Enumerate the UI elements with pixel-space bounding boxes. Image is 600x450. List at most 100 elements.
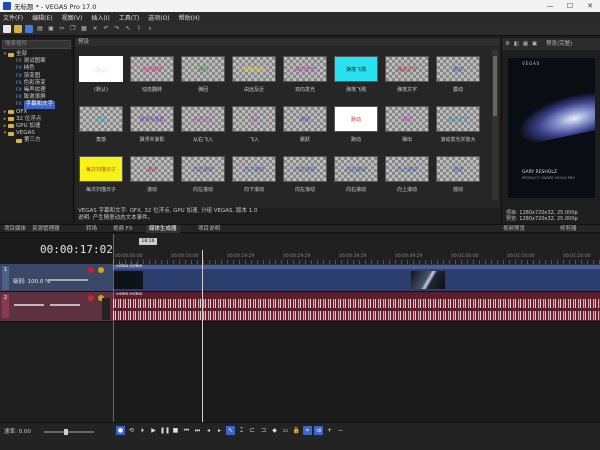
preset-tile[interactable]: 震动 (436, 56, 480, 82)
play-from-start-icon[interactable]: ⏵ (138, 426, 147, 435)
preset-tile[interactable]: 摇动 (436, 156, 480, 182)
loop-icon[interactable]: ⟲ (127, 426, 136, 435)
go-to-end-icon[interactable]: ⏭ (193, 426, 202, 435)
preset-tile[interactable]: 飘浮并渐影 (130, 106, 174, 132)
envelope-tool-icon[interactable]: ⌇ (135, 25, 143, 33)
preset-tile[interactable]: 向下滚动 (232, 156, 276, 182)
maximize-button[interactable]: ☐ (560, 2, 580, 10)
preview-split-icon[interactable]: ◧ (513, 41, 520, 48)
paste-icon[interactable]: ▦ (80, 25, 88, 33)
preset-scrollbar[interactable] (492, 50, 498, 200)
preview-overlay-icon[interactable]: ▦ (522, 41, 529, 48)
next-frame-icon[interactable]: ▸ (215, 426, 224, 435)
preset-tile[interactable]: 向左滚动 (181, 156, 225, 182)
open-folder-icon[interactable] (14, 25, 22, 33)
zoom-in-icon[interactable]: + (325, 426, 334, 435)
solo-icon[interactable] (98, 267, 104, 273)
trim-end-icon[interactable]: ⊐ (259, 426, 268, 435)
video-track-lane[interactable]: video-index (113, 264, 600, 292)
pause-icon[interactable]: ❚❚ (160, 426, 170, 435)
tab-trimmer[interactable]: 修剪器 (560, 225, 577, 233)
preset-tile[interactable]: 跳跃 (283, 106, 327, 132)
save-icon[interactable] (25, 25, 33, 33)
play-icon[interactable]: ▶ (149, 426, 158, 435)
preset-tile[interactable]: 动态翻转 (130, 56, 174, 82)
preset-tile[interactable]: 飞入 (232, 106, 276, 132)
preset-scroll-thumb[interactable] (493, 56, 497, 116)
menu-help[interactable]: 帮助(H) (179, 13, 200, 22)
preset-tile[interactable]: 从右飞入 (181, 106, 225, 132)
edit-tool-icon[interactable]: ↖ (124, 25, 132, 33)
plugin-search-input[interactable]: 搜索插件 (2, 40, 71, 49)
minimize-button[interactable]: — (540, 2, 560, 10)
copy-icon[interactable]: ❐ (69, 25, 77, 33)
snap-icon[interactable]: ⌖ (303, 426, 312, 435)
tab-video-preview[interactable]: 视频预览 (503, 225, 525, 233)
preset-tile[interactable]: 跑动 (334, 106, 378, 132)
normal-edit-icon[interactable]: ↖ (226, 426, 235, 435)
preset-tile[interactable]: 双向发光 (283, 56, 327, 82)
tab-video-fx[interactable]: 视频 FX (113, 225, 133, 233)
menu-options[interactable]: 选项(O) (148, 13, 169, 22)
preset-tile[interactable]: 向上滚动 (385, 156, 429, 182)
tree-item[interactable]: FX 测试图案 (0, 58, 73, 65)
trim-start-icon[interactable]: ⊏ (248, 426, 257, 435)
preset-tile[interactable]: 滚动 (130, 156, 174, 182)
preset-tile[interactable]: 向左滚动 (283, 156, 327, 182)
preset-tile[interactable]: (默认) (79, 56, 123, 82)
preview-quality-dropdown[interactable]: 预览(完整) (546, 41, 572, 48)
tree-item[interactable]: 第三方 (0, 137, 73, 144)
marker-icon[interactable]: ◆ (270, 426, 279, 435)
menu-insert[interactable]: 插入(I) (91, 13, 109, 22)
redo-icon[interactable]: ↷ (113, 25, 121, 33)
preset-tile[interactable]: 由远及近 (232, 56, 276, 82)
audio-track-header[interactable]: 2 (0, 292, 113, 322)
audio-mute-icon[interactable] (88, 295, 94, 301)
record-icon[interactable]: ● (116, 426, 125, 435)
tab-project-media[interactable]: 项目媒体 (4, 225, 26, 233)
tab-explorer[interactable]: 资源管理器 (32, 225, 60, 233)
preset-tile[interactable]: 弹落文字 (385, 56, 429, 82)
timeline-empty-area[interactable] (113, 322, 600, 422)
tab-transitions[interactable]: 转场 (86, 225, 97, 233)
tab-media-generators[interactable]: 媒体生成器 (146, 225, 180, 233)
preset-tile[interactable]: 弹出 (385, 106, 429, 132)
cut-icon[interactable]: ✂ (58, 25, 66, 33)
stop-icon[interactable]: ■ (171, 426, 180, 435)
menu-file[interactable]: 文件(F) (3, 13, 23, 22)
menu-tools[interactable]: 工具(T) (119, 13, 139, 22)
tree-item[interactable]: FX 渐变图 (0, 73, 73, 80)
tree-item[interactable]: ▸ GPU 加速 (0, 123, 73, 130)
video-track-header[interactable]: 1 级别: 100.0 % (0, 264, 113, 292)
preset-tile[interactable]: 滚动发光 (436, 106, 480, 132)
preset-tile[interactable]: 向右滚动 (334, 156, 378, 182)
tree-item[interactable]: ▸ 32 位浮点 (0, 116, 73, 123)
menu-view[interactable]: 视图(V) (62, 13, 83, 22)
level-slider[interactable] (48, 279, 88, 281)
preset-tile[interactable]: 角落 (79, 106, 123, 132)
menu-edit[interactable]: 编辑(E) (32, 13, 52, 22)
region-icon[interactable]: ▭ (281, 426, 290, 435)
tree-item[interactable]: FX 色彩渐变 (0, 80, 73, 87)
render-icon[interactable]: ▣ (47, 25, 55, 33)
zoom-out-icon[interactable]: − (336, 426, 345, 435)
audio-track-lane[interactable]: video-index (113, 292, 600, 322)
properties-icon[interactable]: ▤ (36, 25, 44, 33)
pan-slider[interactable] (50, 304, 80, 306)
close-button[interactable]: ✕ (580, 2, 600, 10)
undo-icon[interactable]: ↶ (102, 25, 110, 33)
delete-icon[interactable]: ✕ (91, 25, 99, 33)
preset-tile[interactable]: 弹回 (181, 56, 225, 82)
video-event[interactable]: video-index (113, 264, 600, 291)
tree-item[interactable]: FX 纯色 (0, 65, 73, 72)
preset-tile[interactable]: 每次扫描日子 (79, 156, 123, 182)
volume-slider[interactable] (14, 304, 44, 306)
prev-frame-icon[interactable]: ◂ (204, 426, 213, 435)
preview-settings-icon[interactable]: ⚙ (504, 41, 511, 48)
auto-ripple-icon[interactable]: ⇉ (314, 426, 323, 435)
split-icon[interactable]: ⌶ (237, 426, 246, 435)
rate-slider-knob[interactable] (64, 429, 68, 435)
mute-icon[interactable] (88, 267, 94, 273)
tree-item[interactable]: FX 字幕和文字 (0, 101, 73, 109)
zoom-tool-icon[interactable]: ⌕ (146, 25, 154, 33)
